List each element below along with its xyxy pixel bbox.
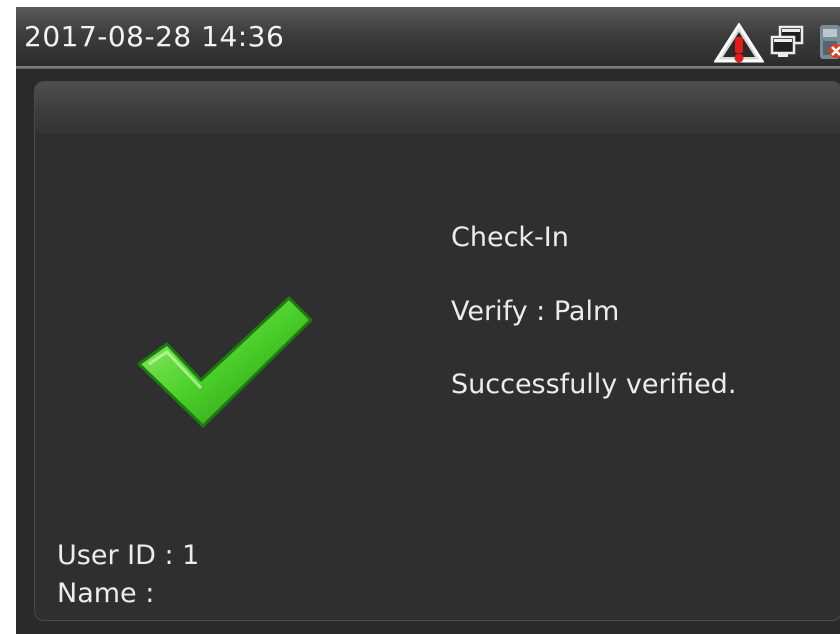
usb-icon xyxy=(820,25,840,59)
check-in-label: Check-In xyxy=(451,222,569,253)
status-icons xyxy=(690,21,840,63)
device-screen: 2017-08-28 14:36 Check-In Verify: Palm … xyxy=(16,7,840,634)
verify-method-label: Verify : Palm xyxy=(451,296,620,327)
user-id-label: User ID : 1 xyxy=(57,540,200,571)
datetime: 2017-08-28 14:36 xyxy=(24,20,285,53)
status-bar: 2017-08-28 14:36 xyxy=(16,7,840,69)
verification-panel: Check-In Verify : Palm Successfully veri… xyxy=(34,81,840,621)
verify-result-label: Successfully verified. xyxy=(451,369,737,400)
panel-header xyxy=(35,82,840,134)
warning-icon xyxy=(714,23,764,63)
user-name-label: Name : xyxy=(57,578,155,609)
network-icon xyxy=(770,25,804,57)
check-icon xyxy=(137,296,313,428)
